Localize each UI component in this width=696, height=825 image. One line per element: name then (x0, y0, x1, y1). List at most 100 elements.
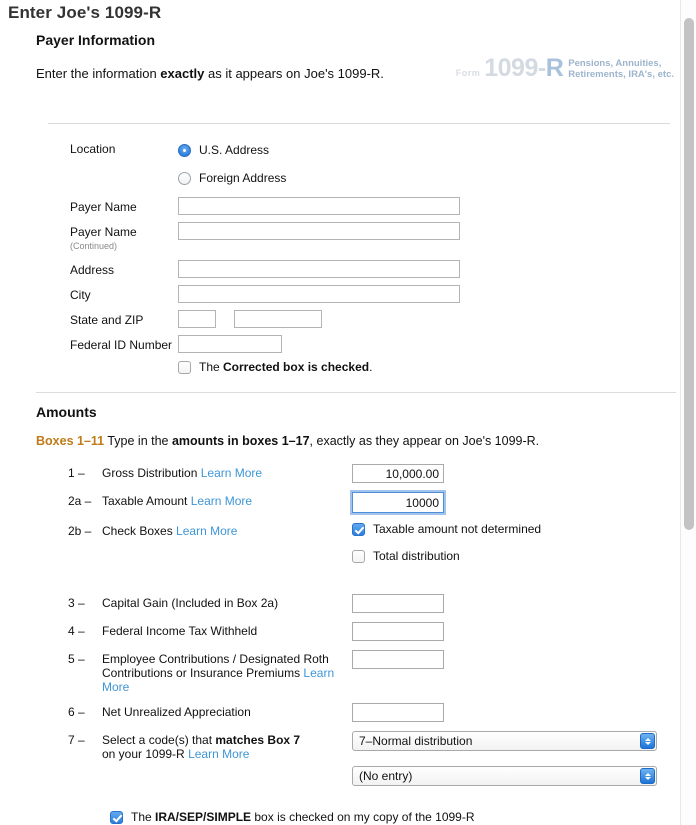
amount-row-1: 1 – Gross Distribution Learn More (0, 464, 680, 483)
amount-row-6: 6 – Net Unrealized Appreciation (0, 703, 680, 722)
address-input[interactable] (178, 260, 460, 278)
amount-row-6-label: Net Unrealized Appreciation (102, 705, 251, 719)
amount-row-5: 5 – Employee Contributions / Designated … (0, 650, 680, 694)
amount-row-2b-text: Check Boxes (102, 524, 173, 538)
chevron-up-icon-2 (644, 772, 651, 776)
payer-fields: Location U.S. Address Foreign Address Pa… (0, 139, 680, 381)
employee-contributions-input[interactable] (352, 650, 444, 669)
radio-icon-foreign-address[interactable] (178, 171, 191, 185)
ira-sep-simple-checkbox-icon[interactable] (110, 810, 123, 824)
radio-option-us-address[interactable]: U.S. Address (178, 139, 286, 161)
amount-row-7-control: 7–Normal distribution (No entry) (352, 731, 680, 801)
vertical-scrollbar[interactable] (680, 0, 696, 825)
ira-sep-simple-label: The IRA/SEP/SIMPLE box is checked on my … (131, 810, 475, 824)
learn-more-link-row1[interactable]: Learn More (201, 466, 262, 480)
payer-section-title: Payer Information (36, 32, 156, 48)
amount-row-5-control (352, 650, 680, 669)
payer-name-continued-sub: (Continued) (70, 241, 118, 251)
watermark-form-label: Form (455, 68, 481, 78)
state-zip-label: State and ZIP (70, 313, 144, 327)
amount-row-1-text: Gross Distribution (102, 466, 198, 480)
amount-row-7-number: 7 – (68, 733, 85, 747)
watermark-description: Pensions, Annuities, Retirements, IRA's,… (568, 58, 674, 81)
city-label: City (70, 288, 91, 302)
amount-row-7-prefix: Select a code(s) that (102, 733, 216, 747)
learn-more-link-row2a[interactable]: Learn More (191, 494, 252, 508)
scrollbar-thumb[interactable] (684, 18, 694, 530)
amounts-note-bold: amounts in boxes 1–17 (171, 434, 310, 448)
gross-distribution-input[interactable] (352, 464, 444, 483)
box7-code-select-1[interactable]: 7–Normal distribution (352, 731, 657, 751)
net-unrealized-appreciation-input[interactable] (352, 703, 444, 722)
amount-row-1-number: 1 – (68, 466, 85, 480)
federal-id-row: Federal ID Number (0, 335, 680, 353)
learn-more-link-row7[interactable]: Learn More (188, 747, 249, 761)
payer-name-row: Payer Name (0, 197, 680, 215)
watermark-desc-line1: Pensions, Annuities, (568, 58, 662, 69)
corrected-row-spacer (70, 360, 178, 363)
amount-row-5-line2: Contributions or Insurance Premiums (102, 666, 304, 680)
chevron-updown-icon-select-2[interactable] (640, 768, 655, 784)
watermark-number-suffix: R (545, 54, 564, 82)
federal-id-input[interactable] (178, 335, 282, 353)
radio-label-us-address: U.S. Address (199, 143, 270, 157)
amount-row-4-control (352, 622, 680, 641)
amount-row-6-number: 6 – (68, 705, 85, 719)
total-distribution-checkbox-icon[interactable] (352, 549, 365, 563)
amount-row-7-bold: matches Box 7 (215, 733, 301, 747)
payer-name-continued-row: Payer Name (Continued) (0, 222, 680, 253)
learn-more-link-row2b[interactable]: Learn More (176, 524, 237, 538)
radio-icon-us-address[interactable] (178, 143, 191, 157)
corrected-checkbox-label: The Corrected box is checked. (199, 360, 372, 374)
federal-id-label: Federal ID Number (70, 338, 173, 352)
address-row: Address (0, 260, 680, 278)
amount-row-2a-number: 2a – (68, 494, 92, 508)
amount-row-3-label: Capital Gain (Included in Box 2a) (102, 596, 279, 610)
address-label: Address (70, 263, 115, 277)
state-input[interactable] (178, 310, 216, 328)
payer-name-input[interactable] (178, 197, 460, 215)
amount-row-2b-number: 2b – (68, 524, 92, 538)
amount-row-2b-label: Check Boxes Learn More (102, 522, 352, 538)
ira-suffix: box is checked on my copy of the 1099-R (251, 810, 475, 824)
amounts-boxes-tag: Boxes 1–11 (36, 434, 105, 448)
amounts-section-title: Amounts (36, 404, 97, 420)
payer-name-continued-label: Payer Name (Continued) (70, 222, 178, 253)
chevron-up-icon-1 (644, 737, 651, 741)
corrected-bold: Corrected box is checked (223, 360, 370, 374)
taxable-not-determined-checkbox-icon[interactable] (352, 522, 365, 536)
form-page: Enter Joe's 1099-R Payer Information Ent… (0, 0, 696, 825)
capital-gain-input[interactable] (352, 594, 444, 613)
divider-top (48, 123, 670, 124)
amount-row-3-number: 3 – (68, 596, 85, 610)
amounts-note-prefix: Type in the (104, 434, 172, 448)
box7-code-select-2[interactable]: (No entry) (352, 766, 657, 786)
amount-row-2b-control: Taxable amount not determined Total dist… (352, 522, 680, 576)
ira-sep-simple-row[interactable]: The IRA/SEP/SIMPLE box is checked on my … (110, 810, 680, 824)
intro-bold: exactly (160, 66, 205, 81)
amount-row-3: 3 – Capital Gain (Included in Box 2a) (0, 594, 680, 613)
watermark-number-text: 1099- (484, 54, 546, 82)
city-input[interactable] (178, 285, 460, 303)
zip-input[interactable] (234, 310, 322, 328)
radio-option-foreign-address[interactable]: Foreign Address (178, 167, 286, 189)
amount-row-1-control (352, 464, 680, 483)
intro-suffix: as it appears on Joe's 1099-R. (204, 66, 384, 81)
total-distribution-row[interactable]: Total distribution (352, 549, 680, 563)
location-radio-group: U.S. Address Foreign Address (178, 139, 286, 189)
chevron-updown-icon-select-1[interactable] (640, 733, 655, 749)
amount-row-2a-control (352, 492, 680, 513)
corrected-checkbox-icon[interactable] (178, 360, 191, 374)
watermark-form-number: 1099-R (484, 54, 564, 82)
corrected-checkbox-row[interactable]: The Corrected box is checked. (178, 360, 372, 374)
ira-prefix: The (131, 810, 156, 824)
payer-name-continued-input[interactable] (178, 222, 460, 240)
amount-row-5-label: Employee Contributions / Designated Roth… (102, 650, 352, 694)
box7-code-select-1-wrap: 7–Normal distribution (352, 731, 657, 751)
taxable-not-determined-row[interactable]: Taxable amount not determined (352, 522, 680, 536)
form-1099r-watermark: Form 1099-R Pensions, Annuities, Retirem… (456, 56, 674, 81)
amount-row-7: 7 – Select a code(s) that matches Box 7 … (0, 731, 680, 801)
amount-row-3-control (352, 594, 680, 613)
federal-income-tax-withheld-input[interactable] (352, 622, 444, 641)
taxable-amount-input[interactable] (352, 492, 444, 513)
